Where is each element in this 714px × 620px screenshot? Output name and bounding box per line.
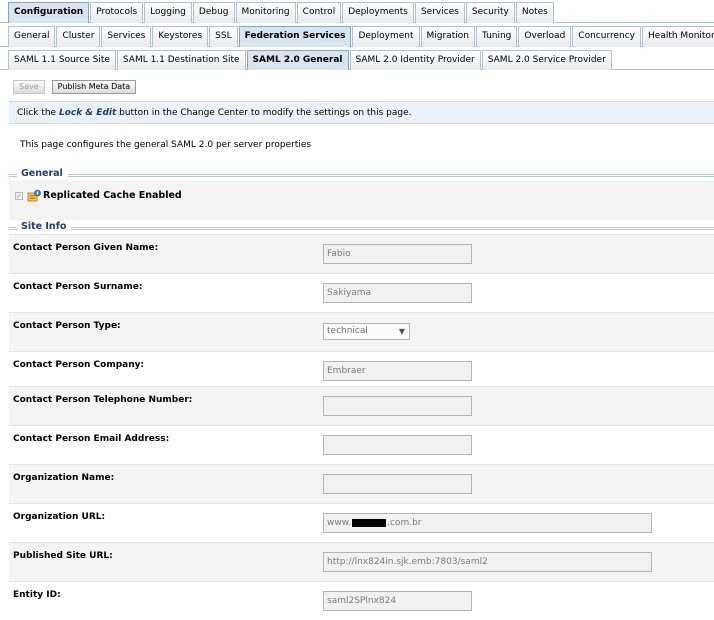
tab-migration[interactable]: Migration: [420, 26, 475, 47]
tab-cluster[interactable]: Cluster: [56, 26, 101, 47]
tab-monitoring[interactable]: Monitoring: [235, 2, 296, 23]
entity-id-field[interactable]: saml2SPlnx824: [323, 591, 472, 611]
tab-health-monitoring[interactable]: Health Monitoring: [642, 26, 714, 47]
org-name-row: Organization Name:: [9, 464, 714, 503]
tab-ssl[interactable]: SSL: [209, 26, 238, 47]
tab-saml20-service-provider[interactable]: SAML 2.0 Service Provider: [481, 50, 612, 70]
tab-services-sub[interactable]: Services: [101, 26, 152, 47]
tab-saml20-general[interactable]: SAML 2.0 General: [246, 50, 349, 70]
site-info-section-title: Site Info: [17, 221, 72, 233]
org-name-label: Organization Name:: [13, 473, 115, 483]
published-url-field[interactable]: http://lnx824in.sjk.emb:7803/saml2: [323, 552, 652, 572]
lock-edit-emphasis: Lock & Edit: [58, 108, 117, 118]
config-lock-icon: [27, 189, 41, 202]
tab-logging[interactable]: Logging: [144, 2, 192, 23]
email-field[interactable]: [323, 435, 472, 455]
site-info-section-header: Site Info: [9, 221, 714, 233]
federation-subtabs: SAML 1.1 Source Site SAML 1.1 Destinatio…: [0, 50, 714, 70]
contact-type-row: Contact Person Type: technical ▼: [9, 312, 714, 351]
org-url-row: Organization URL: www. .com.br: [9, 503, 714, 542]
surname-label: Contact Person Surname:: [13, 282, 143, 292]
org-url-label: Organization URL:: [13, 512, 106, 522]
general-section-header: General: [9, 168, 714, 180]
given-name-label: Contact Person Given Name:: [13, 243, 159, 253]
main-tabs: Configuration Protocols Logging Debug Mo…: [0, 2, 714, 23]
info-text-after: button in the Change Center to modify th…: [116, 108, 412, 118]
contact-type-select[interactable]: technical ▼: [323, 323, 410, 340]
configuration-subtabs: General Cluster Services Keystores SSL F…: [0, 26, 714, 47]
org-url-prefix: www.: [327, 518, 352, 528]
info-text-before: Click the: [17, 108, 59, 118]
replicated-cache-checkbox[interactable]: ✓: [15, 192, 23, 200]
entity-id-row: Entity ID: saml2SPlnx824: [9, 581, 714, 620]
tab-tuning[interactable]: Tuning: [475, 26, 518, 47]
tab-keystores[interactable]: Keystores: [152, 26, 209, 47]
tab-configuration[interactable]: Configuration: [8, 2, 90, 23]
company-row: Contact Person Company: Embraer: [9, 351, 714, 390]
tab-saml20-identity-provider[interactable]: SAML 2.0 Identity Provider: [349, 50, 481, 70]
given-name-field[interactable]: Fabio: [323, 244, 472, 264]
org-url-field[interactable]: www. .com.br: [323, 513, 652, 533]
tab-services[interactable]: Services: [414, 2, 465, 23]
published-url-row: Published Site URL: http://lnx824in.sjk.…: [9, 542, 714, 581]
general-section: ✓ Replicated Cache Enabled: [9, 180, 714, 220]
telephone-label: Contact Person Telephone Number:: [13, 395, 193, 405]
given-name-row: Contact Person Given Name: Fabio: [9, 234, 714, 273]
save-button[interactable]: Save: [13, 80, 45, 94]
tab-general[interactable]: General: [8, 26, 56, 47]
tab-security[interactable]: Security: [465, 2, 515, 23]
published-url-label: Published Site URL:: [13, 551, 113, 561]
tab-protocols[interactable]: Protocols: [90, 2, 144, 23]
contact-type-label: Contact Person Type:: [13, 321, 121, 331]
email-row: Contact Person Email Address:: [9, 425, 714, 464]
redacted-block: [352, 518, 387, 527]
telephone-row: Contact Person Telephone Number:: [9, 386, 714, 425]
entity-id-label: Entity ID:: [13, 590, 61, 600]
telephone-field[interactable]: [323, 396, 472, 416]
tab-deployments[interactable]: Deployments: [342, 2, 414, 23]
tab-debug[interactable]: Debug: [192, 2, 235, 23]
surname-row: Contact Person Surname: Sakiyama: [9, 273, 714, 312]
general-section-title: General: [17, 168, 68, 180]
tab-federation-services[interactable]: Federation Services: [238, 26, 352, 47]
publish-meta-data-button[interactable]: Publish Meta Data: [51, 80, 137, 94]
email-label: Contact Person Email Address:: [13, 434, 170, 444]
surname-field[interactable]: Sakiyama: [323, 283, 472, 303]
org-url-suffix: .com.br: [387, 518, 422, 528]
change-center-info: Click the Lock & Edit button in the Chan…: [9, 101, 714, 124]
tab-control[interactable]: Control: [296, 2, 342, 23]
tab-concurrency[interactable]: Concurrency: [572, 26, 642, 47]
company-field[interactable]: Embraer: [323, 361, 472, 381]
toolbar: Save Publish Meta Data: [13, 80, 137, 94]
org-name-field[interactable]: [323, 474, 472, 494]
tab-overload[interactable]: Overload: [518, 26, 572, 47]
company-label: Contact Person Company:: [13, 360, 145, 370]
page-description: This page configures the general SAML 2.…: [20, 140, 312, 150]
tab-deployment[interactable]: Deployment: [352, 26, 420, 47]
tab-notes[interactable]: Notes: [515, 2, 554, 23]
contact-type-value: technical: [327, 326, 368, 336]
tab-saml11-destination-site[interactable]: SAML 1.1 Destination Site: [116, 50, 246, 70]
chevron-down-icon: ▼: [398, 327, 405, 336]
replicated-cache-label: Replicated Cache Enabled: [43, 190, 182, 201]
tab-saml11-source-site[interactable]: SAML 1.1 Source Site: [8, 50, 116, 70]
